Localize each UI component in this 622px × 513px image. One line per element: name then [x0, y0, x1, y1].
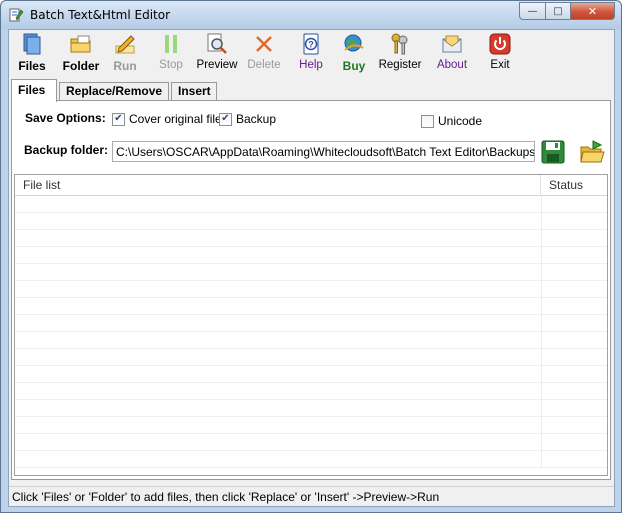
unicode-checkbox[interactable]: Unicode — [421, 114, 482, 128]
tab-replace-remove[interactable]: Replace/Remove — [59, 82, 169, 101]
empty-list-row — [15, 264, 607, 281]
empty-list-row — [15, 298, 607, 315]
cover-original-checkbox[interactable]: ✔ Cover original file — [112, 112, 222, 126]
preview-button[interactable]: Preview — [196, 32, 238, 76]
empty-list-row — [15, 383, 607, 400]
file-list-body[interactable] — [15, 196, 607, 475]
register-button[interactable]: Register — [379, 32, 421, 76]
backup-folder-input[interactable]: C:\Users\OSCAR\AppData\Roaming\Whiteclou… — [112, 141, 535, 162]
title-bar[interactable]: Batch Text&Html Editor — □ ✕ — [1, 1, 621, 29]
toolbar: Files Folder Run Stop Preview Delete ? H… — [9, 30, 614, 76]
column-header-file-list[interactable]: File list — [15, 175, 541, 196]
delete-x-icon — [256, 36, 272, 52]
run-pencil-icon — [115, 35, 135, 54]
open-folder-icon[interactable] — [579, 139, 605, 165]
floppy-disk-icon[interactable] — [540, 139, 566, 165]
exit-power-icon — [489, 33, 511, 55]
empty-list-row — [15, 315, 607, 332]
empty-list-row — [15, 349, 607, 366]
column-header-status[interactable]: Status — [541, 175, 607, 196]
register-keys-icon — [391, 33, 408, 55]
backup-checkbox[interactable]: ✔ Backup — [219, 112, 276, 126]
empty-list-row — [15, 417, 607, 434]
delete-button[interactable]: Delete — [246, 32, 282, 76]
maximize-button[interactable]: □ — [545, 2, 570, 20]
empty-list-row — [15, 434, 607, 451]
files-button[interactable]: Files — [17, 32, 47, 76]
buy-globe-icon — [344, 34, 364, 52]
about-button[interactable]: About — [434, 32, 470, 76]
buy-button[interactable]: Buy — [339, 32, 369, 76]
file-list-header: File list Status — [15, 175, 607, 196]
empty-list-row — [15, 247, 607, 264]
window-title: Batch Text&Html Editor — [30, 8, 171, 22]
checkbox-checked-icon: ✔ — [112, 112, 125, 126]
empty-list-row — [15, 281, 607, 298]
files-icon — [23, 33, 41, 55]
tab-insert[interactable]: Insert — [171, 82, 217, 101]
empty-list-row — [15, 332, 607, 349]
help-button[interactable]: ? Help — [296, 32, 326, 76]
folder-icon — [70, 35, 91, 53]
file-list-view[interactable]: File list Status — [14, 174, 608, 476]
status-bar: Click 'Files' or 'Folder' to add files, … — [9, 486, 614, 506]
preview-magnifier-icon — [207, 33, 227, 54]
application-window: Batch Text&Html Editor — □ ✕ Files Folde… — [0, 0, 622, 513]
stop-button[interactable]: Stop — [157, 32, 185, 76]
backup-folder-label: Backup folder: — [24, 143, 109, 157]
empty-list-row — [15, 230, 607, 247]
folder-button[interactable]: Folder — [59, 32, 103, 76]
run-button[interactable]: Run — [110, 32, 140, 76]
empty-list-row — [15, 451, 607, 468]
empty-list-row — [15, 366, 607, 383]
empty-list-row — [15, 213, 607, 230]
minimize-button[interactable]: — — [519, 2, 545, 20]
close-button[interactable]: ✕ — [570, 2, 615, 20]
about-envelope-icon — [442, 35, 462, 53]
checkbox-unchecked-icon — [421, 114, 434, 128]
tab-files[interactable]: Files — [11, 79, 57, 102]
empty-list-row — [15, 400, 607, 417]
checkbox-checked-icon: ✔ — [219, 112, 232, 126]
svg-text:?: ? — [308, 40, 314, 50]
stop-pause-icon — [165, 35, 177, 53]
help-question-icon: ? — [303, 33, 319, 55]
empty-list-row — [15, 196, 607, 213]
save-options-label: Save Options: — [25, 111, 106, 125]
exit-button[interactable]: Exit — [485, 32, 515, 76]
app-icon — [9, 8, 24, 22]
files-tab-panel: Save Options: ✔ Cover original file ✔ Ba… — [11, 100, 611, 480]
client-area: Files Folder Run Stop Preview Delete ? H… — [8, 29, 615, 507]
